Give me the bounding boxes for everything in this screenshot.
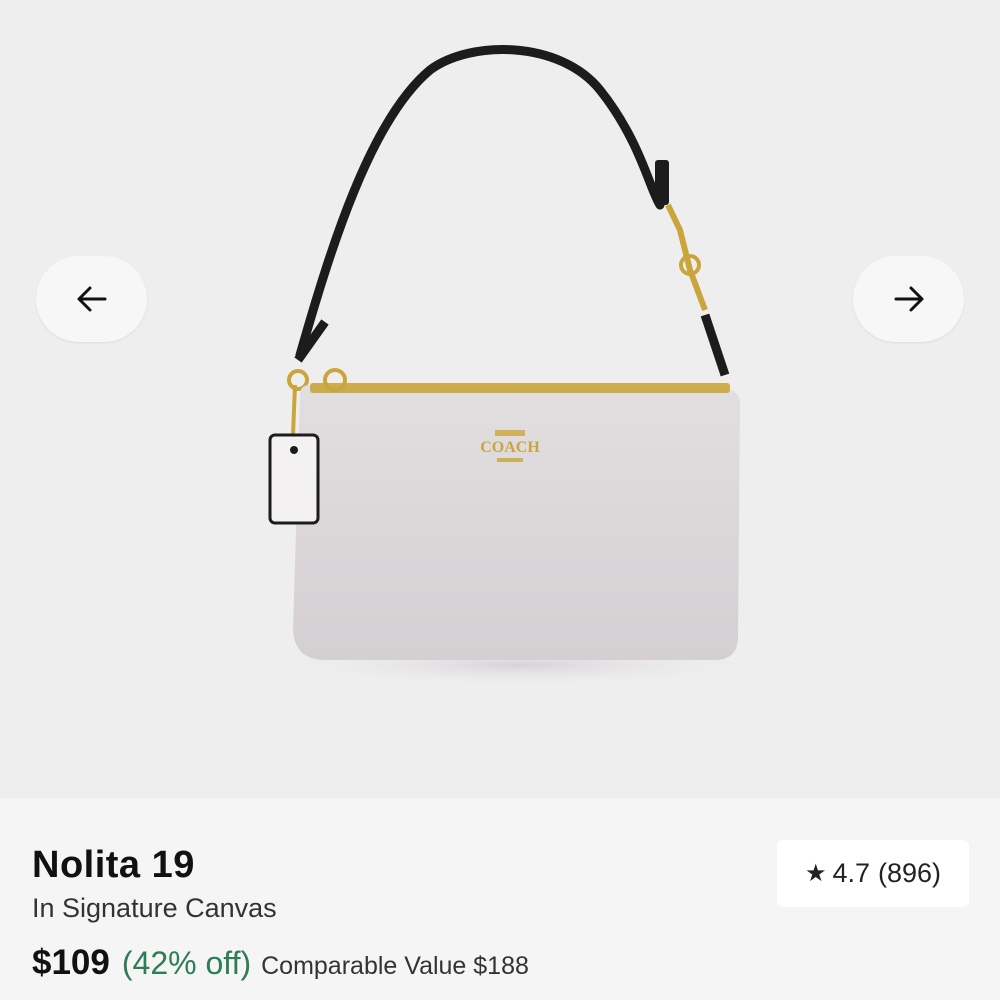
rating-button[interactable]: ★ 4.7 (896)	[777, 840, 969, 907]
previous-image-button[interactable]	[36, 256, 147, 342]
comparable-value: Comparable Value $188	[261, 952, 529, 980]
discount-badge: (42% off)	[121, 945, 252, 981]
arrow-left-icon	[77, 286, 106, 312]
price-row: $109 (42% off) Comparable Value $188	[32, 943, 529, 983]
product-image-gallery[interactable]: COACH	[0, 0, 1000, 798]
product-title: Nolita 19	[32, 844, 195, 886]
rating-value: 4.7	[832, 858, 871, 888]
product-subtitle: In Signature Canvas	[32, 893, 277, 923]
product-image: COACH	[268, 45, 770, 687]
price: $109	[32, 943, 110, 982]
svg-text:COACH: COACH	[480, 439, 540, 456]
next-image-button[interactable]	[853, 256, 964, 342]
star-icon: ★	[804, 860, 827, 887]
review-count: (896)	[878, 858, 942, 888]
arrow-right-icon	[894, 286, 923, 312]
